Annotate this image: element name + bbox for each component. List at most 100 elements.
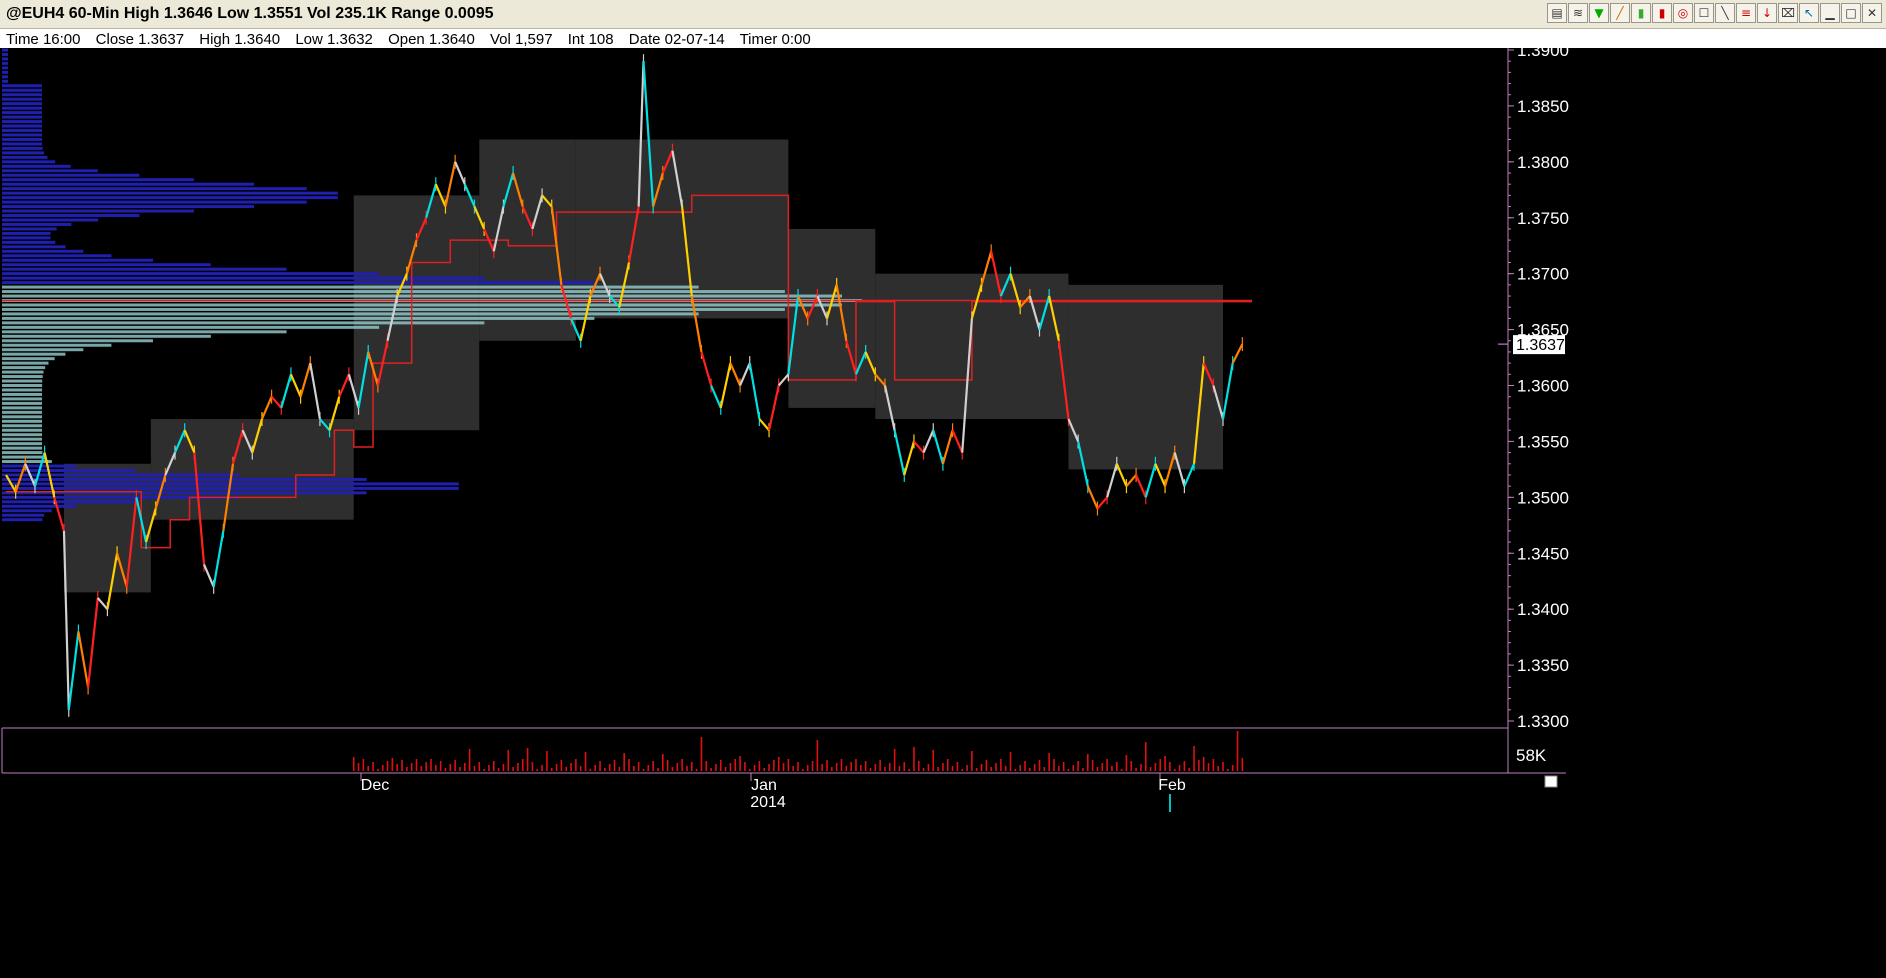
price-chart[interactable]: 1.39001.38501.38001.37501.37001.36501.36… xyxy=(0,48,1886,978)
profile-bar xyxy=(2,419,43,423)
profile-bar xyxy=(2,120,43,124)
price-tick-label: 1.3450 xyxy=(1517,544,1569,563)
profile-bar xyxy=(2,155,48,159)
profile-bar xyxy=(2,415,43,419)
profile-bar xyxy=(2,61,8,65)
profile-bar xyxy=(2,518,43,522)
profile-bar xyxy=(2,222,72,226)
profile-bar xyxy=(2,173,140,177)
indicator-icon[interactable]: ▼ xyxy=(1589,3,1609,23)
profile-bar xyxy=(2,357,55,361)
price-tick-label: 1.3300 xyxy=(1517,712,1569,731)
profile-bar xyxy=(2,366,46,370)
data-high: High 1.3640 xyxy=(199,31,281,48)
profile-bar xyxy=(2,424,43,428)
minimize-icon[interactable]: ▁ xyxy=(1820,3,1840,23)
profile-bar xyxy=(2,272,380,276)
study-icon[interactable]: ☐ xyxy=(1694,3,1714,23)
profile-bar xyxy=(2,151,44,155)
profile-bar xyxy=(2,410,43,414)
profile-bar xyxy=(2,392,43,396)
volume-scale-label: 58K xyxy=(1516,746,1547,765)
profile-bar xyxy=(2,236,51,240)
price-tick-label: 1.3550 xyxy=(1517,432,1569,451)
profile-bar xyxy=(2,397,43,401)
alarm-icon[interactable]: ◎ xyxy=(1673,3,1693,23)
data-low: Low 1.3632 xyxy=(295,31,373,48)
trendline-icon[interactable]: ╲ xyxy=(1715,3,1735,23)
data-line: Time 16:00 Close 1.3637 High 1.3640 Low … xyxy=(6,31,822,48)
profile-bar xyxy=(2,160,56,164)
profile-bar xyxy=(2,267,287,271)
lines-icon[interactable]: ≋ xyxy=(1568,3,1588,23)
profile-bar xyxy=(2,84,42,88)
profile-bar xyxy=(2,146,43,150)
profile-bar xyxy=(2,102,42,106)
price-tick-label: 1.3600 xyxy=(1517,377,1569,396)
date-label: Jan xyxy=(751,777,777,794)
profile-bar xyxy=(2,464,77,468)
profile-bar xyxy=(2,504,77,508)
profile-bar xyxy=(2,48,8,52)
profile-bar xyxy=(2,200,307,204)
profile-bar xyxy=(2,339,153,343)
value-area-band xyxy=(150,419,354,520)
data-timer: Timer 0:00 xyxy=(739,31,811,48)
profile-bar xyxy=(2,142,43,146)
window-title: @EUH4 60-Min High 1.3646 Low 1.3551 Vol … xyxy=(6,5,494,22)
profile-bar xyxy=(2,111,42,115)
price-tick-label: 1.3850 xyxy=(1517,97,1569,116)
profile-bar xyxy=(2,348,84,352)
profile-bar xyxy=(2,196,338,200)
profile-bar xyxy=(2,70,8,74)
profile-bar xyxy=(2,375,43,379)
profile-bar xyxy=(2,312,699,316)
profile-bar xyxy=(2,254,112,258)
profile-bar xyxy=(2,205,255,209)
profile-bar xyxy=(2,79,8,83)
profile-bar xyxy=(2,460,52,464)
chart-style-icon[interactable]: ▤ xyxy=(1547,3,1567,23)
profile-bar xyxy=(2,388,43,392)
profile-bar xyxy=(2,477,367,481)
profile-bar xyxy=(2,500,135,504)
cursor-icon[interactable]: ↖ xyxy=(1799,3,1819,23)
price-tick-label: 1.3700 xyxy=(1517,265,1569,284)
profile-bar xyxy=(2,88,42,92)
bar-red-icon[interactable]: ▮ xyxy=(1652,3,1672,23)
profile-bar xyxy=(2,361,49,365)
data-time: Time 16:00 xyxy=(6,31,81,48)
maximize-icon[interactable]: □ xyxy=(1841,3,1861,23)
profile-bar xyxy=(2,227,57,231)
fib-icon[interactable]: ≡ xyxy=(1736,3,1756,23)
toolbar: ▤ ≋ ▼ ╱ ▮ ▮ ◎ ☐ ╲ ≡ ↓ ⌧ ↖ ▁ □ ✕ xyxy=(1547,3,1882,25)
profile-bar xyxy=(2,401,43,405)
profile-bar xyxy=(2,406,43,410)
price-tick-label: 1.3750 xyxy=(1517,209,1569,228)
data-vol: Vol 1,597 xyxy=(489,31,553,48)
arrow-down-icon[interactable]: ↓ xyxy=(1757,3,1777,23)
data-open: Open 1.3640 xyxy=(388,31,475,48)
profile-bar xyxy=(2,214,140,218)
price-tick-label: 1.3800 xyxy=(1517,153,1569,172)
profile-bar xyxy=(2,137,43,141)
price-tick-label: 1.3500 xyxy=(1517,488,1569,507)
profile-bar xyxy=(2,169,98,173)
close-icon[interactable]: ✕ xyxy=(1862,3,1882,23)
price-tick-label: 1.3400 xyxy=(1517,600,1569,619)
draw-icon[interactable]: ╱ xyxy=(1610,3,1630,23)
profile-bar xyxy=(2,352,66,356)
data-bar: Time 16:00 Close 1.3637 High 1.3640 Low … xyxy=(0,29,1886,49)
profile-bar xyxy=(2,178,194,182)
profile-bar xyxy=(2,129,43,133)
trash-icon[interactable]: ⌧ xyxy=(1778,3,1798,23)
profile-bar xyxy=(2,106,42,110)
date-label: Dec xyxy=(361,777,389,794)
bar-icon[interactable]: ▮ xyxy=(1631,3,1651,23)
profile-bar xyxy=(2,249,84,253)
profile-bar xyxy=(2,231,51,235)
profile-bar xyxy=(2,240,56,244)
profile-bar xyxy=(2,451,43,455)
profile-bar xyxy=(2,182,254,186)
profile-bar xyxy=(2,455,45,459)
